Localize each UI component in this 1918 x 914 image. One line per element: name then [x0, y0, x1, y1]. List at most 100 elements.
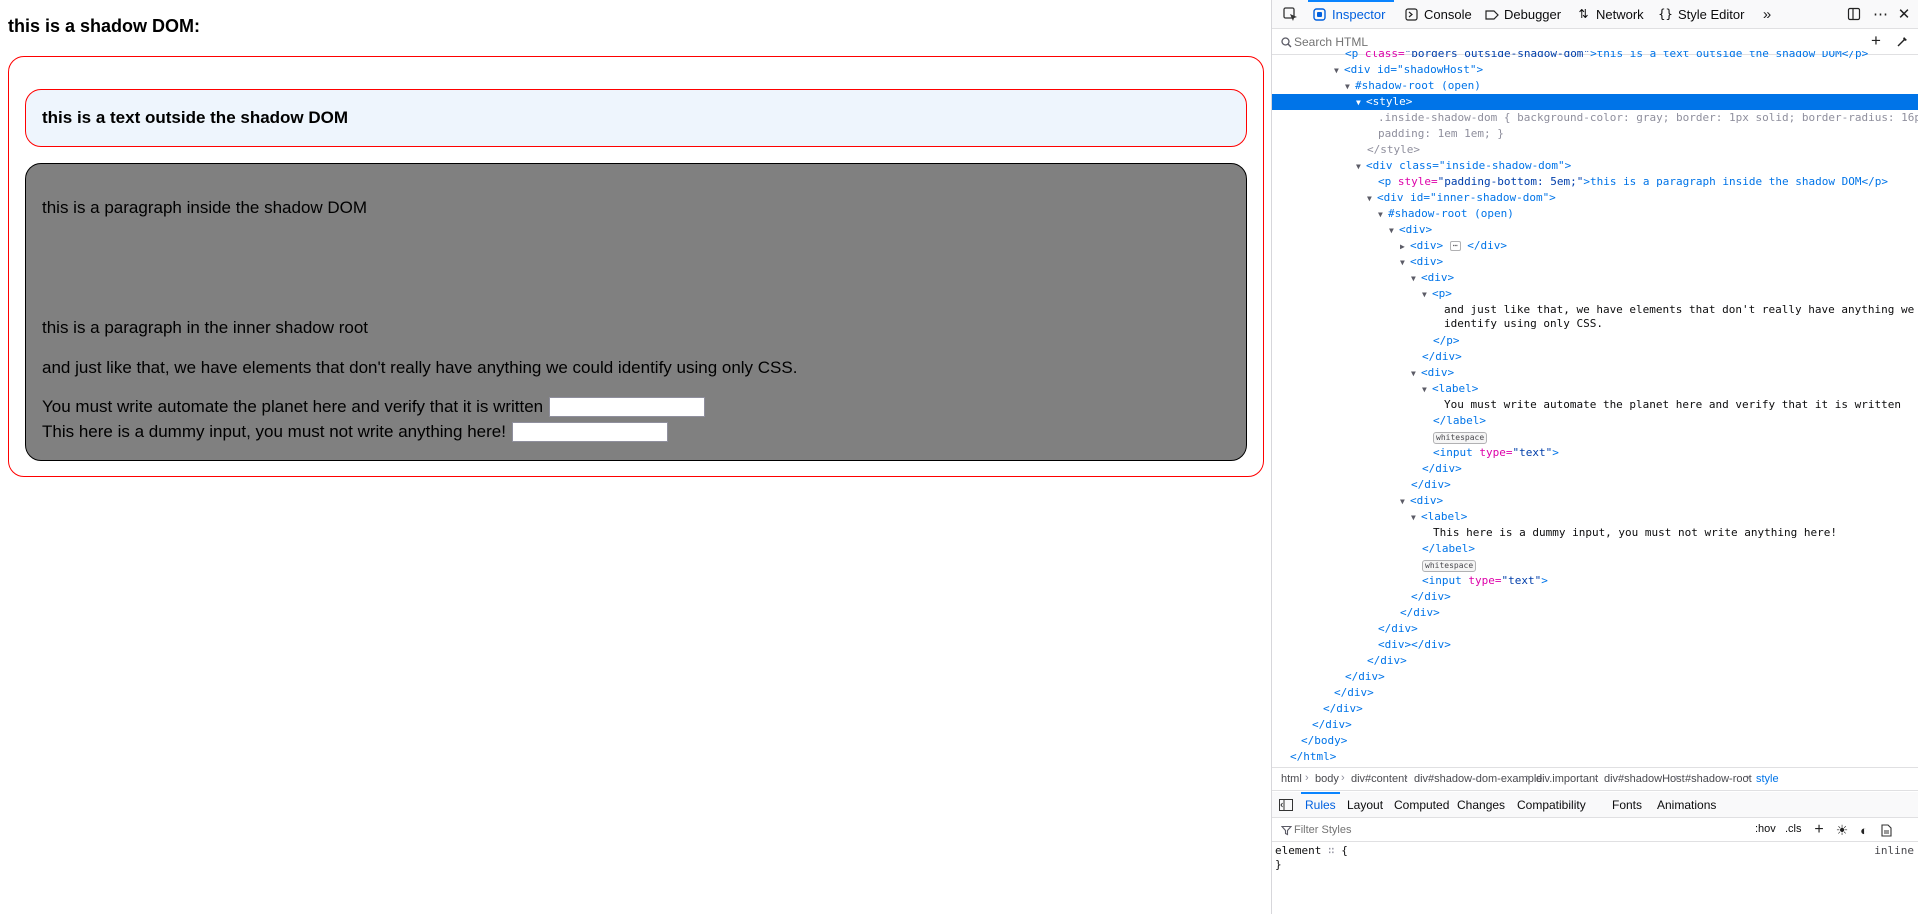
breadcrumb-item[interactable]: div.important: [1536, 773, 1598, 785]
tab-style-editor[interactable]: {} Style Editor: [1654, 0, 1758, 29]
markup-node[interactable]: </div>: [1272, 669, 1918, 685]
markup-node[interactable]: </div>: [1272, 589, 1918, 605]
markup-node[interactable]: </div>: [1272, 717, 1918, 733]
markup-node[interactable]: </div>: [1272, 605, 1918, 621]
expand-toggle-icon[interactable]: ▼: [1389, 223, 1399, 239]
tab-compatibility[interactable]: Compatibility: [1517, 792, 1586, 818]
tab-network[interactable]: ⇅ Network: [1572, 0, 1658, 29]
markup-node[interactable]: ▼ <label>: [1272, 381, 1918, 397]
markup-node[interactable]: </div>: [1272, 621, 1918, 637]
markup-node[interactable]: <input type="text">: [1272, 573, 1918, 589]
breadcrumb-item[interactable]: div#content: [1351, 773, 1407, 785]
markup-node[interactable]: <p style="padding-bottom: 5em;">this is …: [1272, 174, 1918, 190]
expand-toggle-icon[interactable]: ▼: [1400, 494, 1410, 510]
expand-toggle-icon[interactable]: ▶: [1400, 239, 1410, 255]
tab-inspector[interactable]: Inspector: [1308, 0, 1394, 29]
markup-whitespace-node[interactable]: whitespace: [1272, 429, 1918, 445]
print-media-icon[interactable]: [1878, 822, 1894, 838]
tab-computed[interactable]: Computed: [1394, 792, 1449, 818]
tab-rules[interactable]: Rules: [1301, 792, 1340, 818]
search-html-input[interactable]: [1294, 33, 1854, 51]
breadcrumb-item[interactable]: #shadow-root: [1685, 773, 1752, 785]
markup-node[interactable]: ▶ <div> ⋯ </div>: [1272, 238, 1918, 254]
markup-node[interactable]: </p>: [1272, 333, 1918, 349]
markup-node[interactable]: ▼ <div>: [1272, 222, 1918, 238]
rule-selector[interactable]: element: [1275, 844, 1321, 857]
markup-text-node[interactable]: You must write automate the planet here …: [1272, 397, 1918, 413]
tab-console[interactable]: Console: [1400, 0, 1480, 29]
expand-toggle-icon[interactable]: ▼: [1345, 79, 1355, 95]
markup-node[interactable]: </html>: [1272, 749, 1918, 765]
markup-text-node[interactable]: identify using only CSS.: [1272, 316, 1918, 332]
markup-text-node[interactable]: This here is a dummy input, you must not…: [1272, 525, 1918, 541]
markup-node[interactable]: </label>: [1272, 541, 1918, 557]
expand-toggle-icon[interactable]: ▼: [1400, 255, 1410, 271]
add-rule-icon[interactable]: +: [1811, 821, 1827, 838]
expand-toggle-icon[interactable]: ▼: [1356, 159, 1366, 175]
tab-changes[interactable]: Changes: [1457, 792, 1505, 818]
expand-toggle-icon[interactable]: ▼: [1378, 207, 1388, 223]
dummy-input[interactable]: [511, 421, 668, 442]
automate-input[interactable]: [549, 396, 706, 417]
close-icon[interactable]: ✕: [1896, 6, 1912, 23]
expand-toggle-icon[interactable]: ▼: [1411, 271, 1421, 287]
markup-node[interactable]: ▼ #shadow-root (open): [1272, 78, 1918, 94]
markup-node[interactable]: ▼ <div>: [1272, 493, 1918, 509]
eyedropper-icon[interactable]: [1894, 33, 1910, 49]
expand-toggle-icon[interactable]: ▼: [1411, 510, 1421, 526]
markup-node[interactable]: ▼ <div>: [1272, 254, 1918, 270]
markup-node[interactable]: ▼ <div class="inside-shadow-dom">: [1272, 158, 1918, 174]
markup-node[interactable]: </div>: [1272, 349, 1918, 365]
more-options-icon[interactable]: ⋯: [1872, 6, 1888, 23]
tab-animations[interactable]: Animations: [1657, 792, 1716, 818]
markup-node[interactable]: <input type="text">: [1272, 445, 1918, 461]
markup-node[interactable]: </div>: [1272, 461, 1918, 477]
filter-styles-input[interactable]: [1294, 821, 1594, 839]
tab-debugger[interactable]: Debugger: [1480, 0, 1572, 29]
light-scheme-icon[interactable]: ☀: [1834, 822, 1850, 838]
breadcrumb-item-current[interactable]: style: [1756, 773, 1779, 785]
node-highlight-icon[interactable]: ∷: [1328, 844, 1335, 857]
markup-node[interactable]: </div>: [1272, 701, 1918, 717]
breadcrumb-item[interactable]: body: [1315, 773, 1339, 785]
markup-whitespace-node[interactable]: whitespace: [1272, 557, 1918, 573]
expand-toggle-icon[interactable]: ▼: [1422, 382, 1432, 398]
breadcrumb-item[interactable]: div#shadowHost: [1604, 773, 1685, 785]
markup-node[interactable]: ▼ <label>: [1272, 509, 1918, 525]
markup-node[interactable]: ▼ <div>: [1272, 270, 1918, 286]
markup-node[interactable]: ▼ <p>: [1272, 286, 1918, 302]
expand-toggle-icon[interactable]: ▼: [1422, 287, 1432, 303]
markup-node[interactable]: <div></div>: [1272, 637, 1918, 653]
markup-node[interactable]: ▼ <div>: [1272, 365, 1918, 381]
collapsed-ellipsis-icon[interactable]: ⋯: [1449, 241, 1461, 251]
markup-node[interactable]: ▼ <div id="inner-shadow-dom">: [1272, 190, 1918, 206]
dark-scheme-icon[interactable]: ◐: [1856, 822, 1872, 838]
expand-toggle-icon[interactable]: ▼: [1367, 191, 1377, 207]
breadcrumb-item[interactable]: html: [1281, 773, 1302, 785]
dock-icon[interactable]: [1846, 6, 1862, 22]
expand-toggle-icon[interactable]: ▼: [1356, 95, 1366, 111]
tab-fonts[interactable]: Fonts: [1612, 792, 1642, 818]
markup-node[interactable]: </style>: [1272, 142, 1918, 158]
class-toggle[interactable]: .cls: [1785, 823, 1802, 835]
markup-node[interactable]: <p class="borders outside-shadow-dom">th…: [1272, 51, 1918, 62]
markup-node[interactable]: </body>: [1272, 733, 1918, 749]
markup-style-text[interactable]: .inside-shadow-dom { background-color: g…: [1272, 110, 1918, 126]
markup-node[interactable]: ▼ #shadow-root (open): [1272, 206, 1918, 222]
markup-node[interactable]: </div>: [1272, 653, 1918, 669]
breadcrumb-item[interactable]: div#shadow-dom-example: [1414, 773, 1542, 785]
markup-node[interactable]: </label>: [1272, 413, 1918, 429]
markup-node-selected[interactable]: ▼ <style>: [1272, 94, 1918, 110]
toggle-sidebar-icon[interactable]: [1278, 797, 1294, 813]
expand-toggle-icon[interactable]: ▼: [1411, 366, 1421, 382]
pick-element-icon[interactable]: [1282, 6, 1298, 22]
more-tabs-chevron-icon[interactable]: »: [1759, 6, 1775, 23]
markup-style-text[interactable]: padding: 1em 1em; }: [1272, 126, 1918, 142]
markup-node[interactable]: </div>: [1272, 685, 1918, 701]
markup-node[interactable]: ▼ <div id="shadowHost">: [1272, 62, 1918, 78]
add-node-icon[interactable]: +: [1868, 31, 1884, 50]
tab-layout[interactable]: Layout: [1347, 792, 1383, 818]
expand-toggle-icon[interactable]: ▼: [1334, 63, 1344, 79]
rule-source[interactable]: inline: [1874, 844, 1914, 857]
hover-pseudo-toggle[interactable]: :hov: [1755, 823, 1776, 835]
